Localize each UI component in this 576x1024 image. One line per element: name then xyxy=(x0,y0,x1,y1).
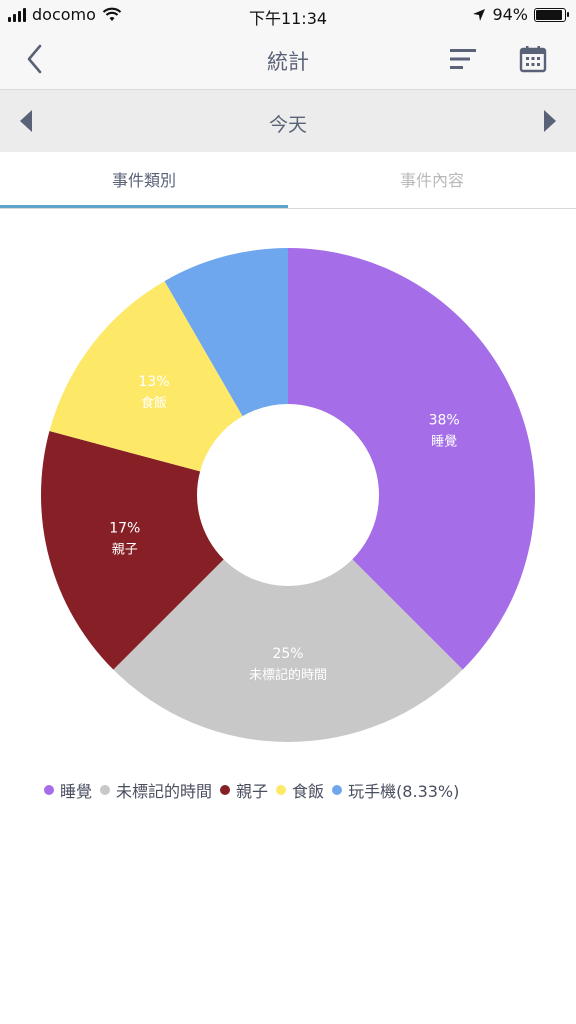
legend-dot-icon xyxy=(332,785,343,795)
legend-dot-icon xyxy=(220,785,231,795)
sort-icon[interactable] xyxy=(448,46,480,72)
location-arrow-icon xyxy=(473,8,486,21)
legend-label: 未標記的時間 xyxy=(116,782,213,801)
legend-dot-icon xyxy=(44,785,54,795)
legend-item[interactable]: 玩手機(8.33%) xyxy=(332,778,459,802)
slice-name-label: 睡覺 xyxy=(431,434,457,449)
legend-label: 睡覺 xyxy=(60,782,93,801)
slice-percent-label: 38% xyxy=(429,412,460,428)
calendar-icon[interactable] xyxy=(518,44,548,74)
page-title: 統計 xyxy=(267,50,309,74)
donut-chart: 38% 睡覺 25% 未標記的時間 17% 親子 13% 食飯 xyxy=(0,208,576,768)
legend-item[interactable]: 親子 xyxy=(220,778,268,802)
nav-bar: 統計 xyxy=(0,30,576,90)
legend-dot-icon xyxy=(100,785,111,795)
tab-event-content[interactable]: 事件內容 xyxy=(288,152,576,208)
slice-percent-label: 13% xyxy=(138,374,169,390)
status-right: 94% xyxy=(472,5,569,24)
tab-bar: 事件類別 事件內容 xyxy=(0,152,576,209)
legend-item[interactable]: 食飯 xyxy=(276,778,324,802)
donut-chart-svg: 38% 睡覺 25% 未標記的時間 17% 親子 13% 食飯 xyxy=(40,248,535,742)
legend-label: 親子 xyxy=(236,782,269,801)
legend-dot-icon xyxy=(276,785,287,795)
slice-name-label: 親子 xyxy=(112,543,138,558)
slice-percent-label: 17% xyxy=(109,521,140,537)
legend-label: 食飯 xyxy=(292,782,325,801)
tab-event-category[interactable]: 事件類別 xyxy=(0,152,288,208)
date-label: 今天 xyxy=(268,114,307,136)
slice-percent-label: 25% xyxy=(272,646,303,662)
legend-item[interactable]: 未標記的時間 xyxy=(100,778,212,802)
date-navigator: 今天 xyxy=(0,90,576,152)
status-bar: docomo 下午11:34 94% xyxy=(0,0,576,30)
battery-fill xyxy=(536,9,563,20)
chart-legend: 睡覺 未標記的時間 親子 食飯 玩手機(8.33%) xyxy=(44,778,467,802)
slice-name-label: 未標記的時間 xyxy=(249,667,327,683)
battery-icon xyxy=(534,7,569,22)
slice-name-label: 食飯 xyxy=(141,395,167,411)
legend-label: 玩手機(8.33%) xyxy=(348,782,460,801)
battery-percent: 94% xyxy=(492,5,528,24)
next-day-icon[interactable] xyxy=(538,106,562,136)
legend-item[interactable]: 睡覺 xyxy=(44,778,92,802)
